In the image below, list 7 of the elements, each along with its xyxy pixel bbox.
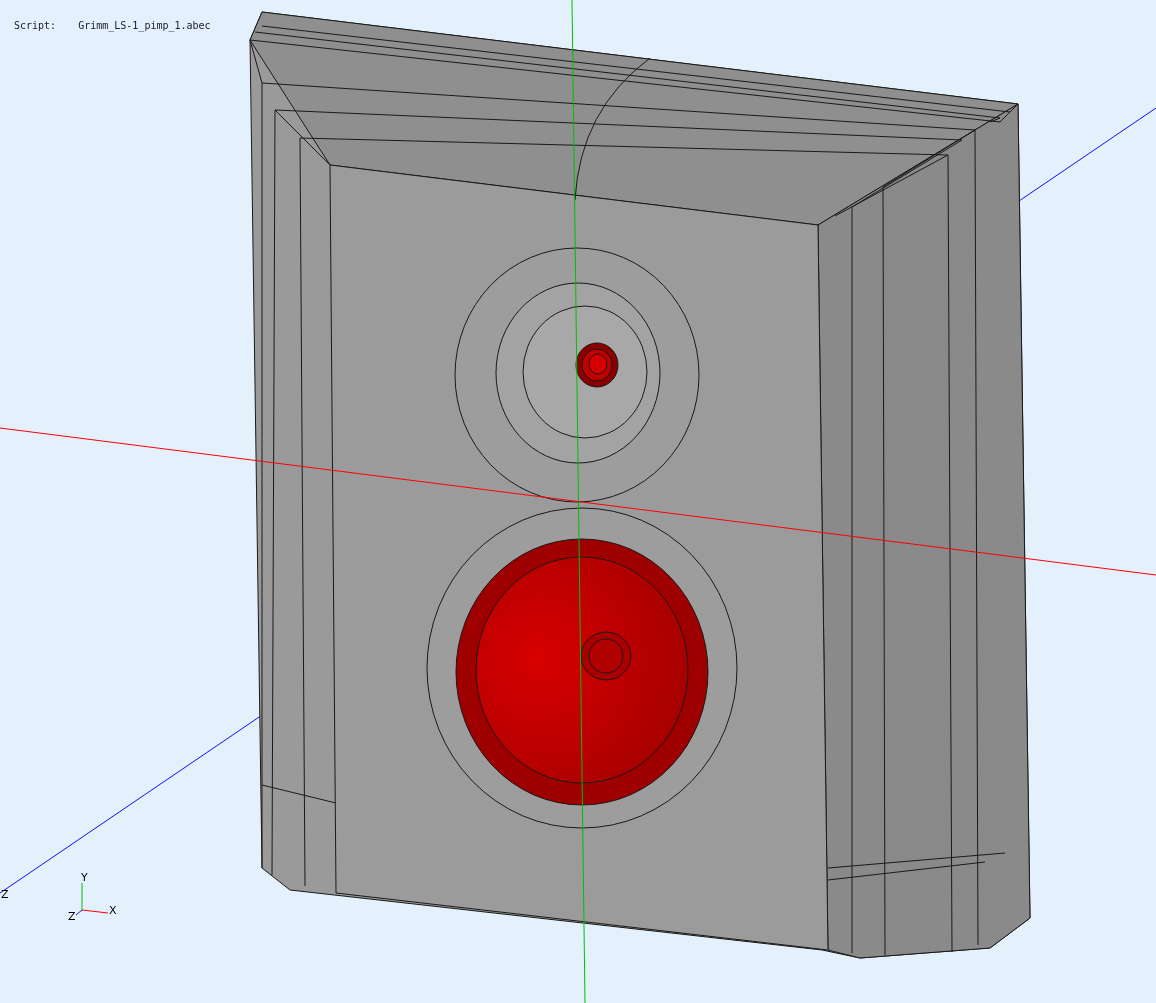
script-filename: Grimm_LS-1_pimp_1.abec [78,20,211,31]
gizmo-y-label: Y [81,871,88,884]
gizmo-z-label: Z [68,910,76,923]
axis-gizmo-drawing [75,882,109,916]
axis-label: Z [1,888,9,901]
gizmo-x-label: X [109,904,117,917]
script-label: Script: [14,20,57,31]
